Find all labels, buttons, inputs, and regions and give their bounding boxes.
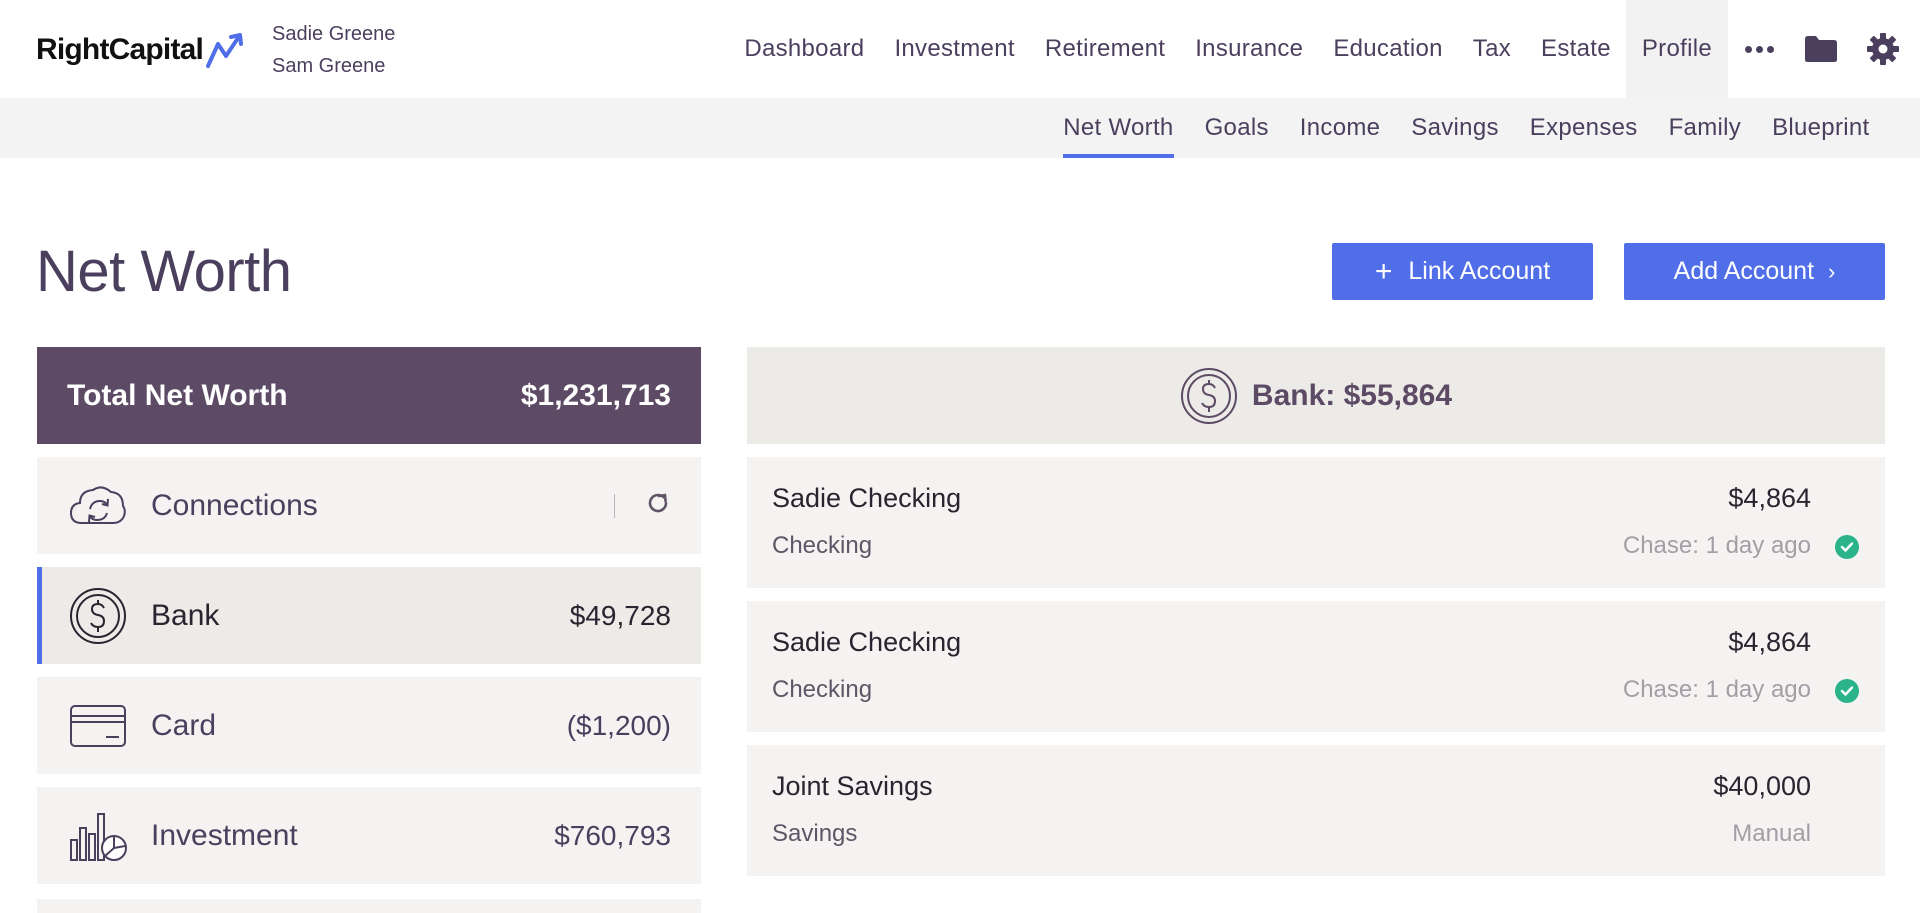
add-account-label: Add Account	[1673, 257, 1815, 285]
category-connections[interactable]: Connections	[37, 457, 701, 554]
nav-estate[interactable]: Estate	[1526, 0, 1626, 98]
credit-card-icon	[67, 695, 129, 757]
sub-nav-bar: Net Worth Goals Income Savings Expenses …	[0, 98, 1920, 158]
divider	[614, 493, 615, 518]
nav-tax[interactable]: Tax	[1458, 0, 1526, 98]
check-circle-icon	[1835, 679, 1859, 703]
chevron-right-icon: ›	[1828, 258, 1836, 284]
account-sync-status: Chase: 1 day ago	[1622, 532, 1811, 559]
category-card[interactable]: Card ($1,200)	[37, 677, 701, 774]
client-name: Sam Greene	[272, 55, 386, 77]
check-circle-icon	[1835, 535, 1859, 559]
account-amount: $4,864	[1728, 627, 1811, 657]
nav-insurance[interactable]: Insurance	[1180, 0, 1318, 98]
total-net-worth-value: $1,231,713	[520, 378, 671, 412]
top-header: RightCapital Sadie Greene Sam Greene Das…	[0, 0, 1920, 98]
main-nav: Dashboard Investment Retirement Insuranc…	[729, 0, 1920, 98]
tab-expenses[interactable]: Expenses	[1514, 98, 1653, 158]
category-label: Investment	[151, 818, 298, 852]
link-account-button[interactable]: + Link Account	[1332, 243, 1593, 300]
refresh-icon[interactable]	[645, 490, 671, 521]
account-sync-status: Chase: 1 day ago	[1622, 676, 1811, 703]
client-name: Sadie Greene	[272, 23, 396, 45]
add-account-button[interactable]: Add Account ›	[1624, 243, 1885, 300]
account-name: Sadie Checking	[772, 627, 962, 657]
more-icon[interactable]	[1728, 0, 1790, 98]
category-bank[interactable]: Bank $49,728	[37, 567, 701, 664]
account-type: Checking	[772, 532, 873, 559]
connection-tools	[614, 490, 671, 521]
bank-detail-title: Bank: $55,864	[1251, 378, 1453, 412]
nav-investment[interactable]: Investment	[879, 0, 1029, 98]
account-amount: $40,000	[1713, 771, 1811, 801]
link-account-label: Link Account	[1408, 257, 1551, 285]
category-list-item[interactable]	[37, 899, 701, 913]
account-type: Savings	[772, 820, 858, 847]
account-row[interactable]: Joint Savings Savings $40,000 Manual	[747, 745, 1885, 876]
nav-dashboard[interactable]: Dashboard	[729, 0, 879, 98]
nav-education[interactable]: Education	[1318, 0, 1457, 98]
category-label: Bank	[151, 598, 220, 632]
gear-icon[interactable]	[1852, 0, 1914, 98]
sub-nav: Net Worth Goals Income Savings Expenses …	[1048, 98, 1885, 158]
category-value: $760,793	[554, 819, 671, 851]
tab-income[interactable]: Income	[1284, 98, 1396, 158]
cloud-sync-icon	[67, 475, 129, 537]
tab-net-worth[interactable]: Net Worth	[1048, 98, 1189, 158]
growth-arrow-icon	[206, 33, 244, 68]
total-net-worth-card: Total Net Worth $1,231,713	[37, 347, 701, 444]
category-value: ($1,200)	[566, 709, 671, 741]
dollar-coin-icon	[1180, 367, 1237, 424]
brand-name: RightCapital	[36, 33, 204, 66]
category-label: Card	[151, 708, 217, 742]
account-sync-status: Manual	[1732, 820, 1811, 847]
tab-savings[interactable]: Savings	[1396, 98, 1514, 158]
account-row[interactable]: Sadie Checking Checking $4,864 Chase: 1 …	[747, 601, 1885, 732]
account-name: Joint Savings	[772, 771, 933, 801]
account-amount: $4,864	[1728, 483, 1811, 513]
folder-icon[interactable]	[1790, 0, 1852, 98]
nav-retirement[interactable]: Retirement	[1030, 0, 1180, 98]
category-value: $49,728	[569, 599, 671, 631]
client-names[interactable]: Sadie Greene Sam Greene	[272, 18, 395, 82]
tab-goals[interactable]: Goals	[1189, 98, 1284, 158]
investment-chart-icon	[67, 805, 129, 867]
account-name: Sadie Checking	[772, 483, 962, 513]
total-net-worth-label: Total Net Worth	[67, 378, 288, 412]
plus-icon: +	[1374, 254, 1393, 288]
account-type: Checking	[772, 676, 873, 703]
dollar-coin-icon	[67, 585, 129, 647]
tab-blueprint[interactable]: Blueprint	[1757, 98, 1885, 158]
page-title: Net Worth	[36, 239, 292, 304]
brand-logo[interactable]: RightCapital	[36, 30, 249, 70]
category-investment[interactable]: Investment $760,793	[37, 787, 701, 884]
nav-profile[interactable]: Profile	[1625, 0, 1728, 98]
category-label: Connections	[151, 488, 318, 522]
bank-detail-header: Bank: $55,864	[747, 347, 1885, 444]
account-row[interactable]: Sadie Checking Checking $4,864 Chase: 1 …	[747, 457, 1885, 588]
tab-family[interactable]: Family	[1653, 98, 1756, 158]
